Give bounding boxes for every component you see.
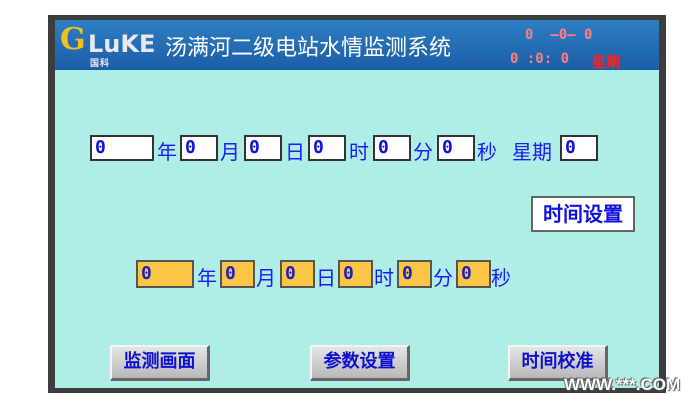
time-set-button[interactable]: 时间设置 [531,196,635,232]
current-year-label: 年 [197,266,217,290]
current-second-display: 0 [456,260,491,288]
set-weekday-input[interactable]: 0 [560,135,598,161]
set-second-input[interactable]: 0 [437,135,475,161]
watermark: WWW.***.COM [564,375,681,394]
set-weekday-label: 星期 [512,140,552,164]
current-second-label: 秒 [491,266,511,290]
current-hour-label: 时 [374,266,394,290]
current-day-label: 日 [316,266,336,290]
set-month-input[interactable]: 0 [180,135,218,161]
set-year-input[interactable]: 0 [90,135,154,161]
current-day-display: 0 [280,260,315,288]
company-logo: G LuKE 国科 [60,22,155,69]
logo-luke: LuKE [88,30,156,58]
set-month-label: 月 [220,140,240,164]
set-year-label: 年 [157,140,177,164]
current-month-display: 0 [220,260,255,288]
set-day-input[interactable]: 0 [244,135,282,161]
parameter-settings-button[interactable]: 参数设置 [310,345,410,381]
logo-g: G [60,22,86,57]
set-minute-label: 分 [413,140,433,164]
set-hour-label: 时 [349,140,369,164]
set-day-label: 日 [285,140,305,164]
logo-chinese: 国科 [90,59,111,69]
current-minute-label: 分 [433,266,453,290]
header-date: 0 —0— 0 [525,27,593,43]
header-time: 0 :0: 0 [510,51,570,67]
current-month-label: 月 [256,266,276,290]
set-minute-input[interactable]: 0 [373,135,411,161]
current-year-display: 0 [136,260,194,288]
current-hour-display: 0 [338,260,373,288]
set-second-label: 秒 [477,140,497,164]
monitor-screen-button[interactable]: 监测画面 [110,345,210,381]
page-title: 汤满河二级电站水情监测系统 [165,36,452,61]
header-weekday: 星期 [592,55,620,71]
current-minute-display: 0 [397,260,432,288]
set-hour-input[interactable]: 0 [308,135,346,161]
